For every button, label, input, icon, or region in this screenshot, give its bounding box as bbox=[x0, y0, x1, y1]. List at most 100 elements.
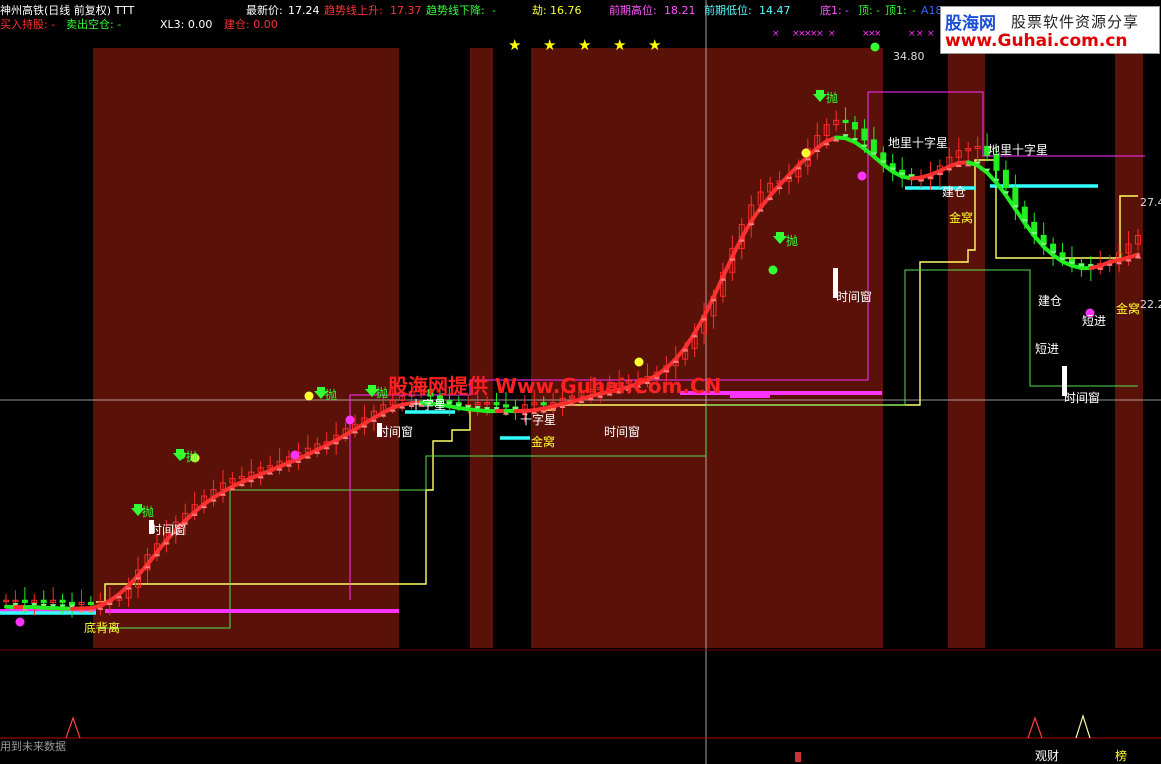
trend-up-label: 趋势线上升: bbox=[324, 4, 383, 17]
signal-label: 时间窗 bbox=[1064, 391, 1100, 405]
top1-value: - bbox=[912, 4, 916, 17]
star-icon: ★ bbox=[613, 36, 626, 54]
trend-down-label: 趋势线下降: bbox=[426, 4, 485, 17]
candle-body bbox=[69, 601, 76, 606]
sub-peak-marker bbox=[1075, 714, 1091, 739]
jie-value: 16.76 bbox=[550, 4, 582, 17]
candle-body bbox=[1002, 169, 1009, 189]
x-mark-icon: × bbox=[916, 29, 924, 39]
top1-label: 顶1: bbox=[885, 4, 907, 17]
shaded-zone bbox=[470, 48, 493, 648]
shaded-zone bbox=[1115, 48, 1143, 648]
signal-label: 时间窗 bbox=[604, 425, 640, 439]
signal-label: 十字星 bbox=[520, 412, 556, 427]
shaded-zones bbox=[93, 48, 1143, 648]
sub-peak-marker bbox=[1027, 716, 1043, 739]
signal-label: 金窝 bbox=[949, 210, 973, 225]
candle-body bbox=[861, 128, 868, 141]
signal-label: 抛 bbox=[826, 90, 838, 105]
signal-label: 底背离 bbox=[84, 620, 120, 635]
prev-low-label: 前期低位: bbox=[704, 4, 752, 17]
footer-note: 用到未来数据 bbox=[0, 740, 66, 753]
candle-body bbox=[21, 599, 28, 603]
watermark-text: 股海网提供 Www.Guhai.Com.CN bbox=[388, 374, 722, 398]
sub-peak-marker bbox=[65, 716, 81, 739]
signal-label: 抛 bbox=[325, 387, 337, 402]
candle-body bbox=[87, 601, 94, 606]
signal-label: 建仓 bbox=[942, 185, 966, 199]
candle-body bbox=[59, 599, 66, 603]
latest-price-label: 最新价: bbox=[246, 4, 283, 17]
sub-panel bbox=[0, 714, 1161, 762]
x-mark-icon: × bbox=[908, 29, 916, 39]
signal-label: 观财 bbox=[1035, 749, 1059, 763]
signal-label: 时间窗 bbox=[836, 290, 872, 304]
signal-label: 时间窗 bbox=[377, 425, 413, 439]
signal-dot bbox=[857, 171, 867, 181]
top-value: - bbox=[876, 4, 880, 17]
build-label: 建仓: 0.00 bbox=[224, 18, 278, 31]
buy-hold-label: 买入持股: - bbox=[0, 18, 56, 31]
prev-high-value: 18.21 bbox=[664, 4, 696, 17]
bottom-value: - bbox=[845, 4, 849, 17]
site-logo: 股海网 股票软件资源分享 www.Guhai.com.cn bbox=[940, 6, 1160, 54]
x-mark-icon: × bbox=[816, 29, 824, 39]
signal-label: 金窝 bbox=[531, 434, 555, 449]
candle-body bbox=[842, 119, 849, 124]
shaded-zone bbox=[93, 48, 399, 648]
top-label: 顶: bbox=[858, 4, 873, 17]
candle-body bbox=[540, 402, 547, 406]
x-mark-icon: × bbox=[828, 29, 836, 39]
jie-label: 劫: bbox=[532, 4, 547, 17]
xl3-label: XL3: 0.00 bbox=[160, 18, 213, 31]
candle-body bbox=[870, 139, 877, 154]
prev-high-label: 前期高位: bbox=[609, 4, 657, 17]
candle-body bbox=[493, 402, 500, 406]
star-icon: ★ bbox=[508, 36, 521, 54]
candle-body bbox=[852, 122, 858, 130]
chart-title: 神州高铁(日线 前复权) TTT bbox=[0, 4, 135, 17]
price-tag: 27.4 bbox=[1140, 196, 1161, 209]
signal-label: 地里十字星 bbox=[888, 135, 948, 150]
signal-label: 短进 bbox=[1035, 342, 1059, 356]
price-tag: 22.2 bbox=[1140, 298, 1161, 311]
trend-up-value: 17.37 bbox=[390, 4, 422, 17]
signal-dot bbox=[15, 617, 25, 627]
signal-dot bbox=[304, 391, 314, 401]
signal-dot bbox=[870, 42, 880, 52]
logo-subtitle: 股票软件资源分享 bbox=[1011, 13, 1140, 31]
signal-label: 抛 bbox=[186, 449, 198, 464]
signal-label: 抛 bbox=[786, 233, 798, 248]
candle-body bbox=[40, 599, 47, 603]
latest-price-value: 17.24 bbox=[288, 4, 320, 17]
signal-dot bbox=[768, 265, 778, 275]
star-icon: ★ bbox=[543, 36, 556, 54]
logo-url: www.Guhai.com.cn bbox=[945, 31, 1128, 51]
candle-body bbox=[502, 404, 509, 408]
signal-label: 十字星 bbox=[410, 397, 446, 412]
signal-label: 地里十字星 bbox=[988, 142, 1048, 157]
signal-label: 抛 bbox=[376, 385, 388, 400]
candle-body bbox=[993, 154, 1000, 171]
signal-label: 短进 bbox=[1082, 314, 1106, 328]
signal-label: 抛 bbox=[142, 504, 154, 519]
trend-down-value: - bbox=[492, 4, 496, 17]
prev-low-value: 14.47 bbox=[759, 4, 791, 17]
signal-dot bbox=[801, 148, 811, 158]
signal-label: 榜 bbox=[1115, 748, 1127, 763]
sub-marker bbox=[795, 752, 801, 762]
signal-label: 金窝 bbox=[1116, 301, 1140, 316]
star-icon: ★ bbox=[578, 36, 591, 54]
signal-label: 时间窗 bbox=[150, 523, 186, 537]
x-mark-icon: × bbox=[927, 29, 935, 39]
signal-label: 建仓 bbox=[1038, 294, 1062, 308]
signal-dot bbox=[634, 357, 644, 367]
shaded-zone bbox=[948, 48, 985, 648]
x-mark-icon: × bbox=[874, 29, 882, 39]
x-mark-icon: × bbox=[772, 29, 780, 39]
bottom-label: 底1: bbox=[820, 4, 842, 17]
sell-empty-label: 卖出空仓: - bbox=[66, 18, 122, 31]
signal-dot bbox=[290, 450, 300, 460]
price-tag: 34.80 bbox=[893, 50, 925, 63]
star-icon: ★ bbox=[648, 36, 661, 54]
